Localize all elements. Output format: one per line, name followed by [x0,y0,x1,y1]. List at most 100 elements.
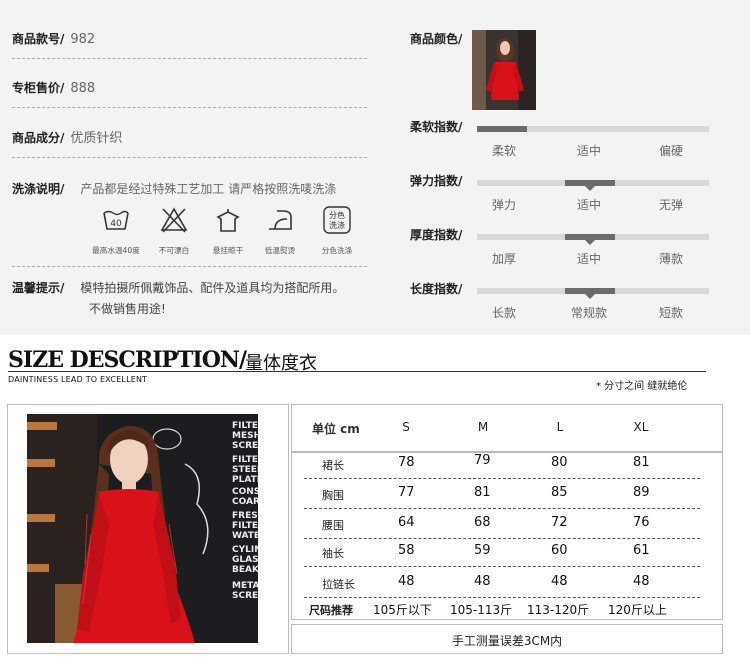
index-option: 适中 [576,198,601,212]
size-row-label: 腰围 [322,519,344,532]
size-value: 81 [474,485,491,500]
board-text: METALH [232,581,258,591]
washing-row: 洗涤说明/产品都是经过特殊工艺加工 请严格按照洗唛洗涤 [12,182,337,196]
size-value: 64 [398,515,415,530]
size-value: 77 [398,485,415,500]
low-iron-icon [269,210,292,230]
care-item: 不可漂白 [144,205,204,256]
divider [12,266,367,267]
divider [12,58,367,59]
size-value: 76 [633,515,650,530]
care-item: 悬挂晾干 [198,205,258,256]
size-row-label: 裙长 [322,459,344,472]
board-text: MESH [232,431,258,441]
recommend-value: 113-120斤 [527,603,590,617]
index-bar [477,126,709,132]
index-option: 柔软 [491,144,516,158]
board-text: CONSIS [232,487,258,497]
style-no-row: 商品款号/982 [12,32,96,47]
recommend-label: 尺码推荐 [309,604,353,617]
size-row-label: 拉链长 [322,578,355,591]
row-divider [304,566,700,567]
recommend-value: 105斤以下 [373,603,432,617]
index-label: 弹力指数/ [410,174,463,188]
row-divider [304,478,700,479]
hang-dry-icon [216,209,240,232]
size-row-label: 胸围 [322,489,344,502]
size-value: 60 [551,543,568,558]
notice-row: 温馨提示/模特拍摄所佩戴饰品、配件及道具均为搭配所用。 不做销售用途! [12,281,345,316]
recommend-value: 120斤以上 [608,603,667,617]
index-option: 长款 [491,306,516,320]
row-divider [304,538,700,539]
divider [12,107,367,108]
board-text: FILTE [232,455,258,465]
index-option: 弹力 [491,198,516,212]
index-bar [477,234,709,245]
size-value: 59 [474,543,491,558]
size-title-rule [8,371,706,372]
index-option: 短款 [658,306,683,320]
index-marker-arrow [585,294,595,299]
color-swatch-image[interactable] [472,30,536,110]
model-photo: FILTEMESHSCREEFILTESTEELPLATECONSISCOARS… [27,414,258,643]
size-value: 81 [633,455,650,470]
size-value: 72 [551,515,568,530]
unit-label: 单位 cm [312,422,360,436]
board-text: PLATE [232,475,258,485]
size-row-label: 袖长 [322,547,344,560]
index-option: 偏硬 [658,144,683,158]
size-value: 48 [398,574,415,589]
no-bleach-icon [160,207,188,233]
care-icons: 40 最高水温40度 不可漂白 悬挂晾干 低温熨烫 分色 洗涤 分色洗涤 [86,205,366,257]
board-text: SCREE [232,441,258,451]
size-subtitle: DAINTINESS LEAD TO EXCELLENT [8,375,148,384]
board-text: GLASS [232,555,258,565]
size-value: 61 [633,543,650,558]
index-option: 加厚 [491,252,516,266]
index-marker-arrow [585,240,595,245]
board-text: STEEL [232,465,258,475]
index-option: 适中 [576,252,601,266]
board-text: WATE [232,531,258,541]
size-header: S [402,420,410,434]
board-text: FILTER [232,521,258,531]
care-item: 40 最高水温40度 [86,205,146,256]
board-text: FILTE [232,421,258,431]
size-value: 89 [633,485,650,500]
care-item: 分色 洗涤 分色洗涤 [307,205,367,256]
size-value: 68 [474,515,491,530]
index-option: 适中 [576,144,601,158]
recommend-value: 105-113斤 [450,603,513,617]
size-header: L [556,420,564,434]
size-footer-note: 手工测量误差3CM内 [451,634,563,648]
svg-text:分色: 分色 [329,210,345,220]
size-value: 58 [398,543,415,558]
size-note: * 分寸之间 缝就绝伦 [596,381,688,392]
index-label: 厚度指数/ [410,228,463,242]
index-marker-arrow [585,186,595,191]
size-value: 80 [551,455,568,470]
size-value: 78 [398,455,415,470]
care-item: 低温熨烫 [250,205,310,256]
size-value: 79 [474,453,491,468]
svg-text:40: 40 [110,219,122,229]
size-title-en: SIZE DESCRIPTION/ [8,347,247,373]
board-text: CYLIND [232,545,258,555]
index-label: 长度指数/ [410,282,463,296]
wash-40-icon: 40 [103,210,129,230]
price-row: 专柜售价/888 [12,81,96,96]
size-header: XL [633,420,649,434]
board-text: SCREE [232,591,258,601]
index-label: 柔软指数/ [410,120,463,134]
divider [12,157,367,158]
svg-text:洗涤: 洗涤 [329,220,345,230]
index-option: 薄款 [658,252,683,266]
separate-wash-icon: 分色洗涤 [323,206,351,234]
index-option: 无弹 [658,198,683,212]
size-value: 48 [633,574,650,589]
index-marker [477,126,527,132]
material-row: 商品成分/优质针织 [12,131,123,146]
index-bar [477,180,709,191]
size-header: M [477,420,489,434]
